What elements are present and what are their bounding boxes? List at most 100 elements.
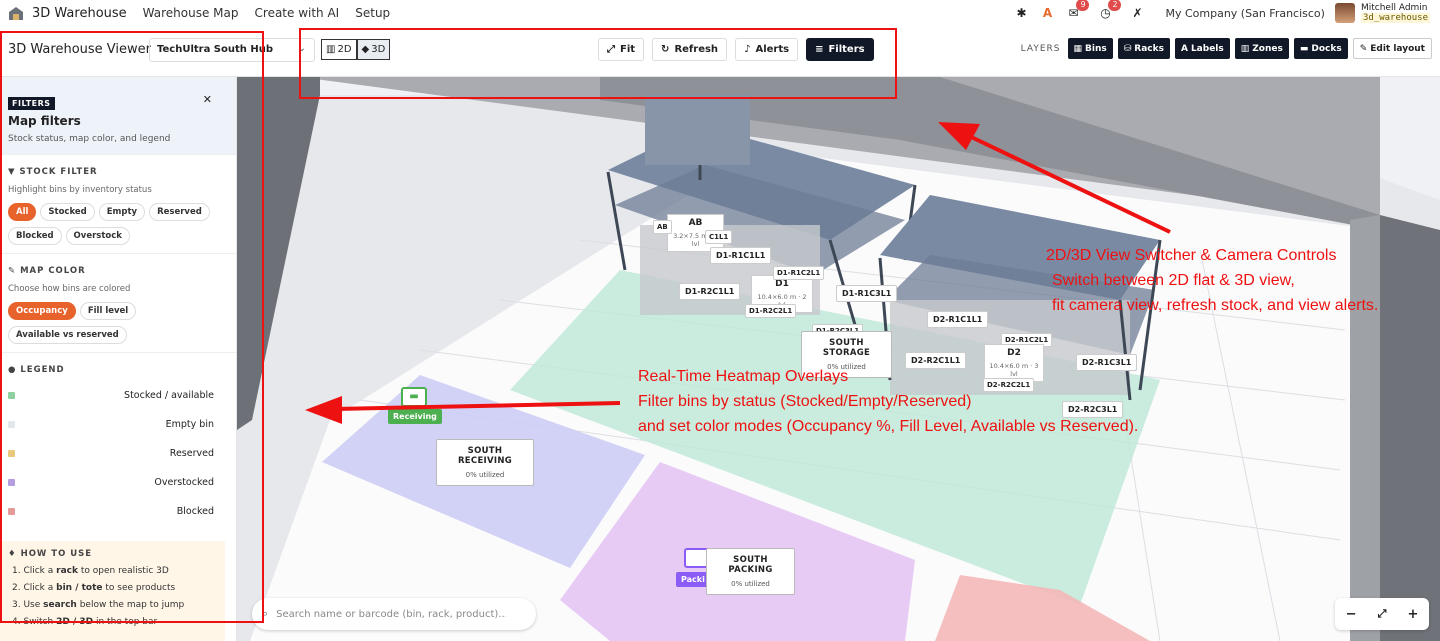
viewer-title: 3D Warehouse Viewer (8, 42, 151, 57)
zoom-out-button[interactable]: − (1346, 607, 1357, 622)
how-to-step-keyword: 2D / 3D (56, 617, 94, 627)
zone-label-south-receiving[interactable]: SOUTH RECEIVING 0% utilized (436, 439, 534, 486)
map-search[interactable]: ⌕ (252, 598, 536, 630)
hub-select[interactable]: TechUltra South Hub ⌄ (149, 38, 315, 62)
how-to-step-prefix: 2. Click a (12, 583, 57, 593)
rack-tag-ab[interactable]: AB (653, 220, 672, 234)
color-chip-fill-level[interactable]: Fill level (79, 302, 137, 320)
zoom-fit-button[interactable]: ⤢ (1378, 607, 1387, 621)
activity-icon[interactable]: ◷ 2 (1097, 0, 1122, 21)
grid-icon: ▦ (1073, 43, 1083, 54)
annotation-line: and set color modes (Occupancy %, Fill L… (638, 418, 1139, 435)
camera-controls: ⤢ Fit ↻ Refresh ♪ Alerts ≡ Filters (598, 38, 874, 61)
menu-create-with-ai[interactable]: Create with AI (255, 6, 340, 20)
zone-name: SOUTH STORAGE (822, 338, 871, 358)
map-color-section: ✎ MAP COLOR Choose how bins are colored … (0, 253, 236, 352)
stock-chip-overstock[interactable]: Overstock (65, 227, 130, 245)
sliders-icon: ≡ (815, 44, 824, 55)
stock-chip-stocked[interactable]: Stocked (40, 203, 95, 221)
filters-label: Filters (828, 44, 865, 55)
map-color-subtitle: Choose how bins are colored (8, 284, 131, 294)
annotation-heatmap: Real-Time Heatmap Overlays Filter bins b… (638, 364, 1138, 439)
color-chip-occupancy[interactable]: Occupancy (8, 302, 76, 320)
bin-label[interactable]: D1-R2C2L1 (745, 304, 797, 318)
user-menu[interactable]: Mitchell Admin 3d_warehouse (1334, 3, 1430, 23)
legend-label: Overstocked (154, 477, 214, 488)
cube-icon: ◆ (361, 44, 370, 55)
dock-receiving[interactable]: ▬ Receiving (388, 387, 442, 424)
view-3d-button[interactable]: ◆ 3D (356, 39, 391, 60)
sidebar-subtitle: Stock status, map color, and legend (8, 134, 171, 144)
search-input[interactable] (276, 608, 507, 620)
layers-label: LAYERS (1020, 43, 1061, 54)
app-root: AB 3.2×7.5 m · 3 lvl AB C1L1 D1-R1C1L1 D… (0, 0, 1440, 641)
fit-button[interactable]: ⤢ Fit (598, 38, 645, 61)
bin-label[interactable]: D1-R2C1L1 (679, 283, 741, 300)
stock-chip-reserved[interactable]: Reserved (149, 203, 210, 221)
layer-labels-toggle[interactable]: A Labels (1174, 38, 1230, 59)
how-to-step-prefix: 4. Switch (12, 617, 57, 627)
sidebar-title: Map filters (8, 114, 81, 128)
chevron-down-icon: ⌄ (297, 43, 306, 54)
zoom-in-button[interactable]: + (1408, 607, 1419, 622)
view-2d-button[interactable]: ▥ 2D (321, 39, 357, 60)
legend-item: Blocked (0, 497, 236, 526)
bin-label[interactable]: D2-R1C1L1 (927, 311, 989, 328)
refresh-button[interactable]: ↻ Refresh (652, 38, 728, 61)
how-to-step-prefix: 3. Use (12, 600, 44, 610)
bug-icon[interactable]: ✱ (1013, 5, 1029, 21)
warehouse-logo-icon[interactable] (8, 5, 24, 21)
bin-label[interactable]: D1-R1C2L1 (773, 266, 825, 280)
legend-item: Overstocked (0, 468, 236, 497)
legend-swatch (8, 421, 15, 428)
layer-docks-label: Docks (1311, 43, 1342, 54)
lightbulb-icon: ♦ (8, 549, 21, 559)
color-chip-available-vs-reserved[interactable]: Available vs reserved (8, 326, 127, 344)
chat-badge: 9 (1076, 0, 1090, 11)
menu-warehouse-map[interactable]: Warehouse Map (143, 6, 239, 20)
close-icon[interactable]: ✕ (203, 93, 212, 106)
bin-label[interactable]: D1-R1C1L1 (710, 247, 772, 264)
zone-label-south-packing[interactable]: SOUTH PACKING 0% utilized (706, 548, 795, 595)
tools-icon[interactable]: ✗ (1129, 5, 1145, 21)
annotation-line: Filter bins by status (Stocked/Empty/Res… (638, 393, 972, 410)
view-toggle: ▥ 2D ◆ 3D (321, 39, 391, 60)
company-switcher[interactable]: My Company (San Francisco) (1165, 7, 1324, 20)
chat-icon[interactable]: ✉ 9 (1065, 0, 1090, 21)
ai-icon[interactable]: A (1039, 5, 1055, 21)
filters-sidebar: FILTERS ✕ Map filters Stock status, map … (0, 77, 237, 641)
stock-chip-all[interactable]: All (8, 203, 37, 221)
avatar (1334, 3, 1355, 23)
layer-bins-toggle[interactable]: ▦ Bins (1067, 38, 1113, 59)
filters-button[interactable]: ≡ Filters (806, 38, 874, 61)
bin-label[interactable]: C1L1 (705, 230, 733, 244)
legend-label: Empty bin (165, 419, 214, 430)
alerts-button[interactable]: ♪ Alerts (735, 38, 799, 61)
user-name: Mitchell Admin (1360, 3, 1428, 13)
user-database: 3d_warehouse (1360, 13, 1430, 23)
view-3d-label: 3D (371, 44, 386, 55)
annotation-line: 2D/3D View Switcher & Camera Controls (1046, 247, 1337, 264)
filters-badge: FILTERS (8, 97, 55, 110)
expand-icon: ⤢ (607, 44, 615, 55)
how-to-step-keyword: search (43, 600, 77, 610)
stock-filter-section: ▼ STOCK FILTER Highlight bins by invento… (0, 154, 236, 253)
app-title[interactable]: 3D Warehouse (32, 6, 127, 21)
how-to-step: 2. Click a bin / tote to see products (8, 583, 217, 593)
annotation-view-switcher: 2D/3D View Switcher & Camera Controls Sw… (1046, 243, 1378, 318)
layer-docks-toggle[interactable]: ▬ Docks (1293, 38, 1348, 59)
how-to-step-suffix: to open realistic 3D (77, 566, 169, 576)
bin-label[interactable]: D1-R1C3L1 (836, 285, 898, 302)
legend-swatch (8, 508, 15, 515)
map-icon: ▥ (326, 44, 336, 55)
edit-layout-button[interactable]: ✎ Edit layout (1352, 38, 1432, 59)
layers-controls: LAYERS ▦ Bins ⛁ Racks A Labels ▥ Zones ▬ Dock… (1021, 38, 1432, 59)
menu-setup[interactable]: Setup (355, 6, 390, 20)
fit-label: Fit (620, 44, 636, 55)
how-to-step-suffix: below the map to jump (76, 600, 185, 610)
layer-zones-toggle[interactable]: ▥ Zones (1234, 38, 1289, 59)
legend-item: Stocked / available (0, 381, 236, 410)
stock-chip-blocked[interactable]: Blocked (8, 227, 62, 245)
layer-racks-toggle[interactable]: ⛁ Racks (1117, 38, 1170, 59)
stock-chip-empty[interactable]: Empty (98, 203, 146, 221)
